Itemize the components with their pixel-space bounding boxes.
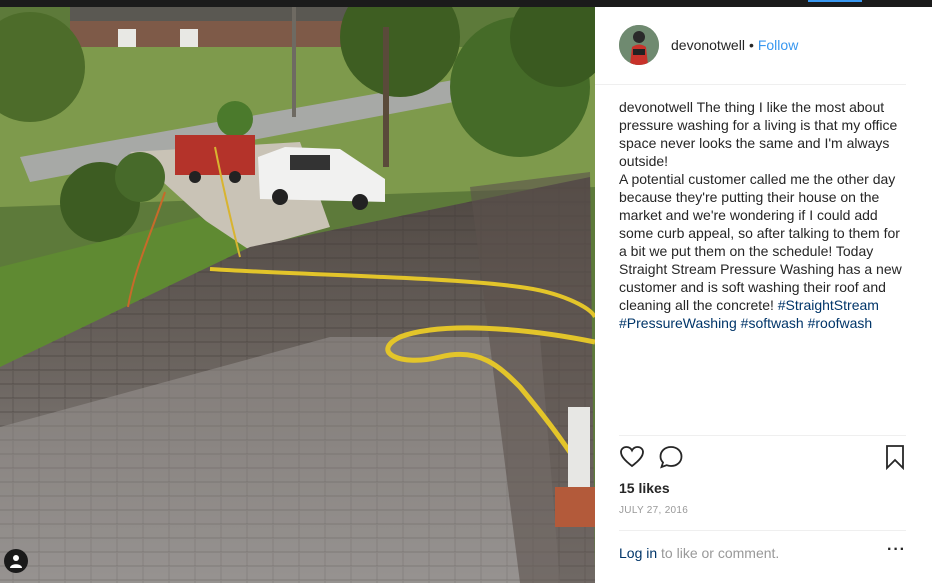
heart-icon[interactable] [619, 444, 645, 470]
hashtag-link[interactable]: #StraightStream [778, 297, 879, 313]
roof-photo-image [0, 7, 595, 583]
post-photo[interactable] [0, 7, 595, 583]
hashtag-link[interactable]: #roofwash [808, 315, 873, 331]
post-caption: devonotwell The thing I like the most ab… [619, 98, 909, 332]
hashtag-link[interactable]: #softwash [741, 315, 804, 331]
post-header: devonotwell • Follow [595, 7, 906, 85]
action-bar [619, 444, 906, 474]
login-link[interactable]: Log in [619, 545, 657, 561]
user-tag-icon[interactable] [4, 549, 28, 573]
username-link[interactable]: devonotwell [671, 37, 745, 53]
divider [619, 530, 906, 531]
follow-button[interactable]: Follow [758, 37, 798, 53]
caption-username-link[interactable]: devonotwell [619, 99, 693, 115]
comment-icon[interactable] [658, 444, 684, 470]
separator-dot: • [748, 37, 754, 53]
top-bar [0, 0, 932, 7]
divider [619, 435, 906, 436]
post-side-panel: devonotwell • Follow devonotwell The thing… [595, 7, 932, 583]
login-prompt: Log in to like or comment. [619, 545, 779, 561]
more-options-icon[interactable]: ··· [887, 541, 906, 559]
avatar[interactable] [619, 25, 659, 65]
hashtag-link[interactable]: #PressureWashing [619, 315, 737, 331]
caption-paragraph-2: A potential customer called me the other… [619, 171, 902, 313]
header-text: devonotwell • Follow [671, 37, 798, 53]
likes-count[interactable]: 15 likes [619, 480, 670, 496]
bookmark-icon[interactable] [882, 444, 908, 471]
top-bar-accent [808, 0, 862, 2]
post-date: JULY 27, 2016 [619, 505, 689, 516]
login-prompt-text: to like or comment. [661, 545, 780, 561]
